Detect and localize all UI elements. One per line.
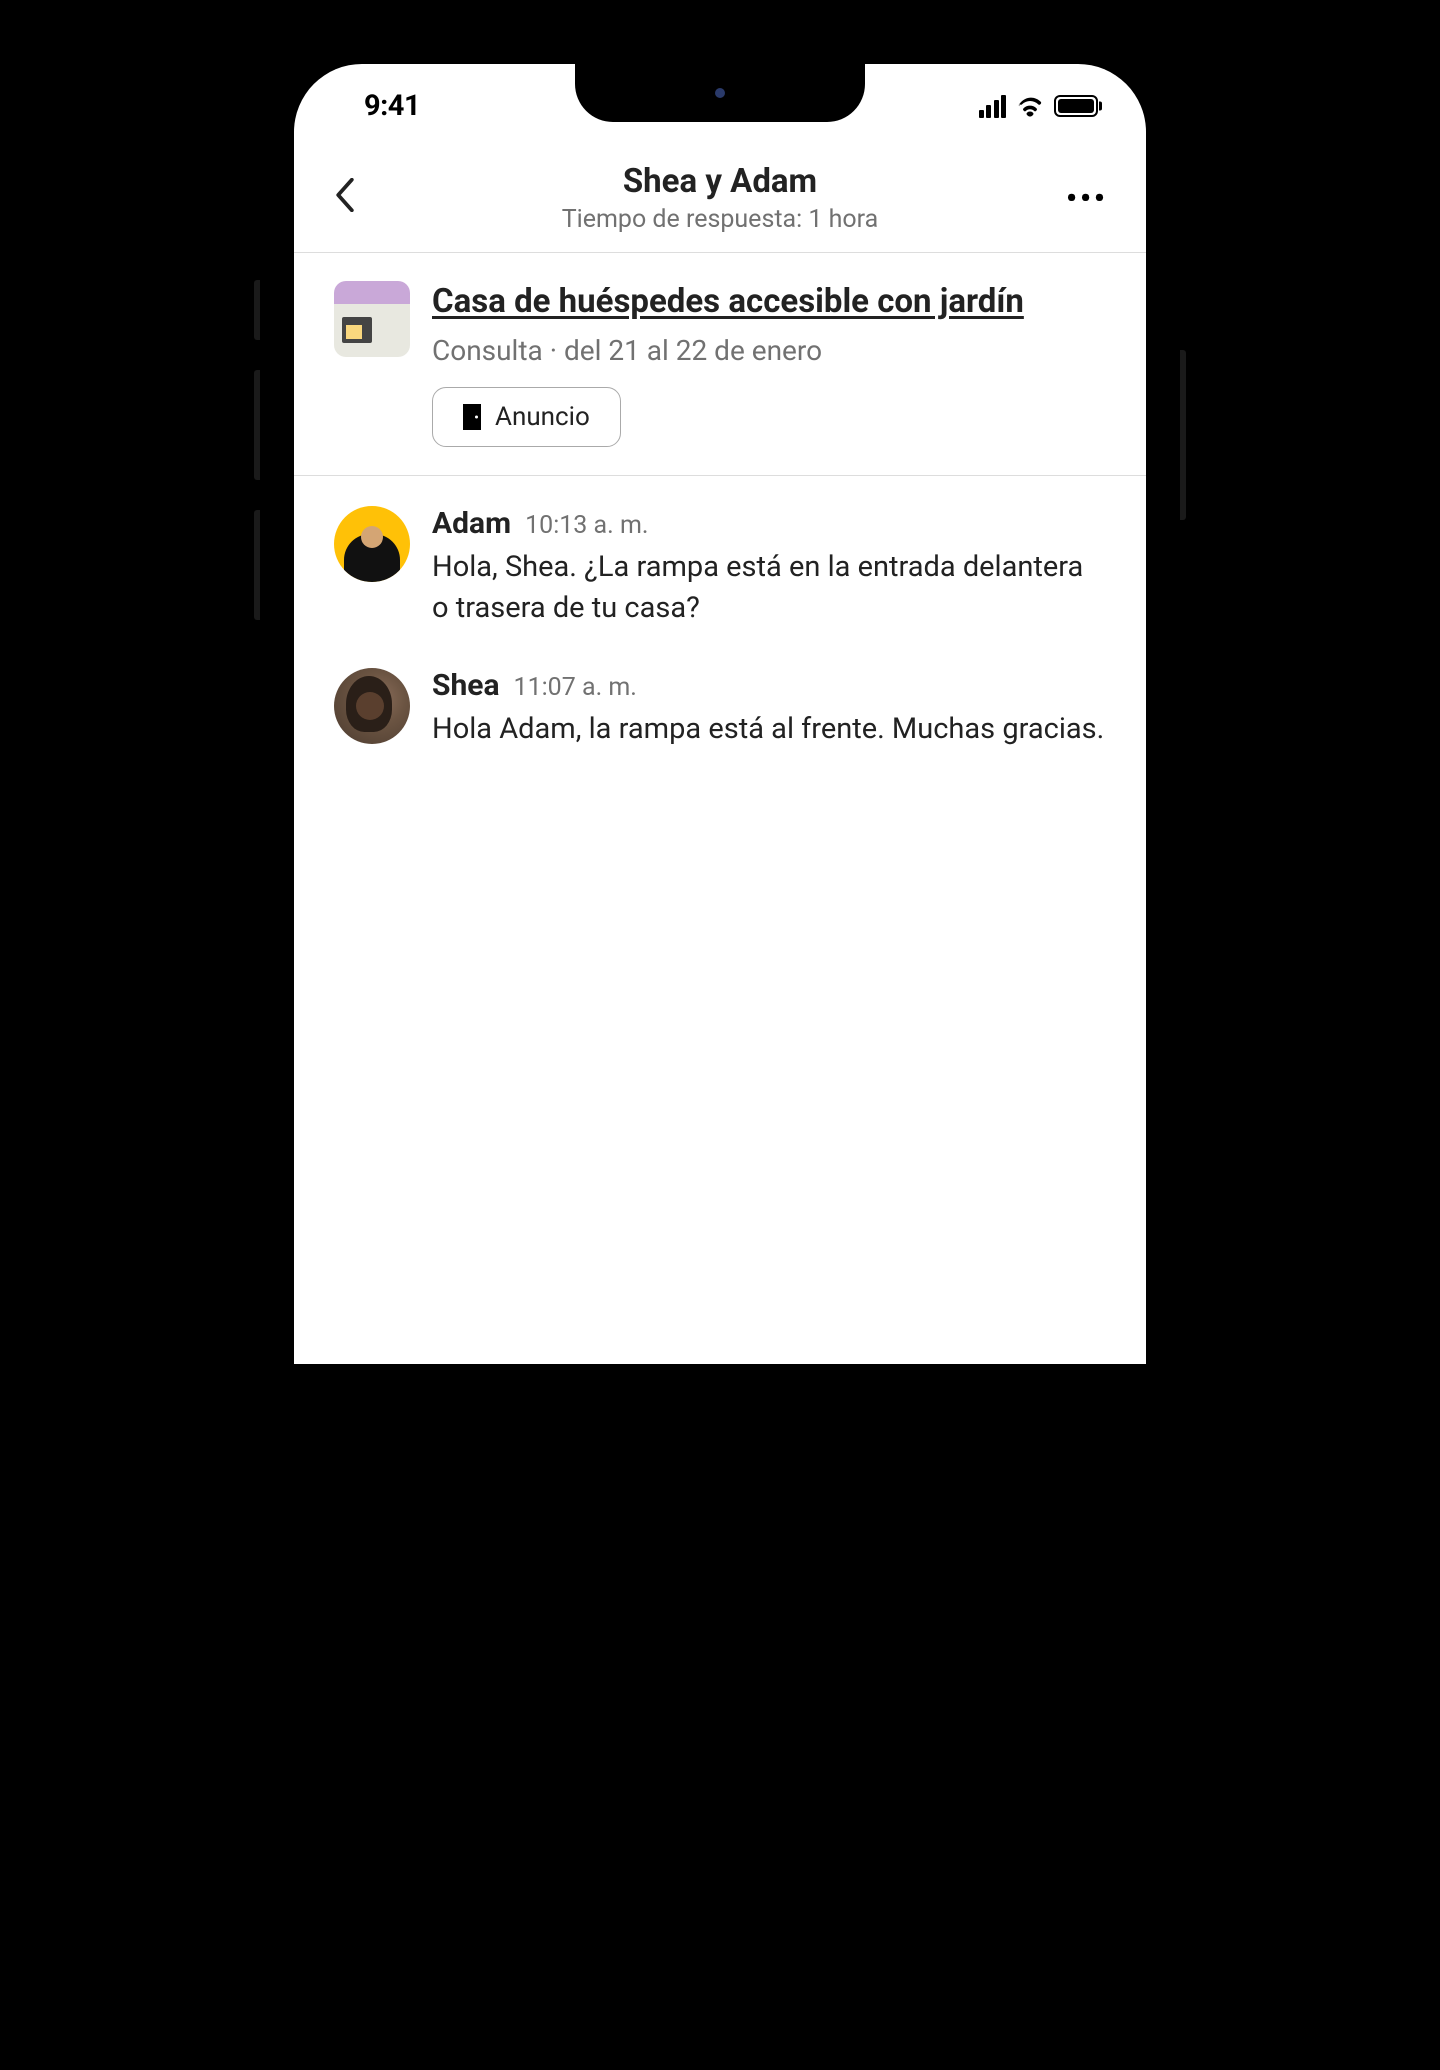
message-time: 10:13 a. m. xyxy=(525,511,648,540)
door-icon xyxy=(463,404,481,430)
back-button[interactable] xyxy=(334,178,374,218)
message-item: Adam 10:13 a. m. Hola, Shea. ¿La rampa est… xyxy=(334,506,1106,628)
listing-title-link[interactable]: Casa de huéspedes accesible con jardín xyxy=(432,281,1106,322)
listing-subtitle: Consulta · del 21 al 22 de enero xyxy=(432,334,1106,367)
battery-icon xyxy=(1054,95,1098,117)
cellular-signal-icon xyxy=(979,95,1007,118)
listing-pill-button[interactable]: Anuncio xyxy=(432,387,621,447)
message-sender: Shea xyxy=(432,668,500,703)
nav-header: Shea y Adam Tiempo de respuesta: 1 hora … xyxy=(294,134,1146,253)
message-item: Shea 11:07 a. m. Hola Adam, la rampa está … xyxy=(334,668,1106,750)
status-time: 9:41 xyxy=(364,89,420,123)
message-text: Hola Adam, la rampa está al frente. Much… xyxy=(432,709,1106,750)
phone-frame: 9:41 Shea y Adam Tiempo de respuesta: 1 … xyxy=(260,30,1180,1364)
avatar[interactable] xyxy=(334,506,410,582)
listing-pill-label: Anuncio xyxy=(495,402,590,432)
listing-thumbnail xyxy=(334,281,410,357)
side-button-right xyxy=(1180,350,1186,520)
listing-card[interactable]: Casa de huéspedes accesible con jardín C… xyxy=(294,253,1146,476)
conversation-title: Shea y Adam xyxy=(374,162,1066,201)
phone-notch xyxy=(575,64,865,122)
more-options-button[interactable]: ••• xyxy=(1066,181,1106,216)
message-time: 11:07 a. m. xyxy=(514,673,637,702)
avatar[interactable] xyxy=(334,668,410,744)
side-buttons-left xyxy=(254,280,260,620)
messages-list: Adam 10:13 a. m. Hola, Shea. ¿La rampa est… xyxy=(294,476,1146,820)
status-icons xyxy=(979,95,1099,118)
message-sender: Adam xyxy=(432,506,511,541)
response-time-label: Tiempo de respuesta: 1 hora xyxy=(374,205,1066,234)
screen: 9:41 Shea y Adam Tiempo de respuesta: 1 … xyxy=(294,64,1146,1364)
wifi-icon xyxy=(1016,95,1044,117)
message-text: Hola, Shea. ¿La rampa está en la entrada… xyxy=(432,547,1106,628)
